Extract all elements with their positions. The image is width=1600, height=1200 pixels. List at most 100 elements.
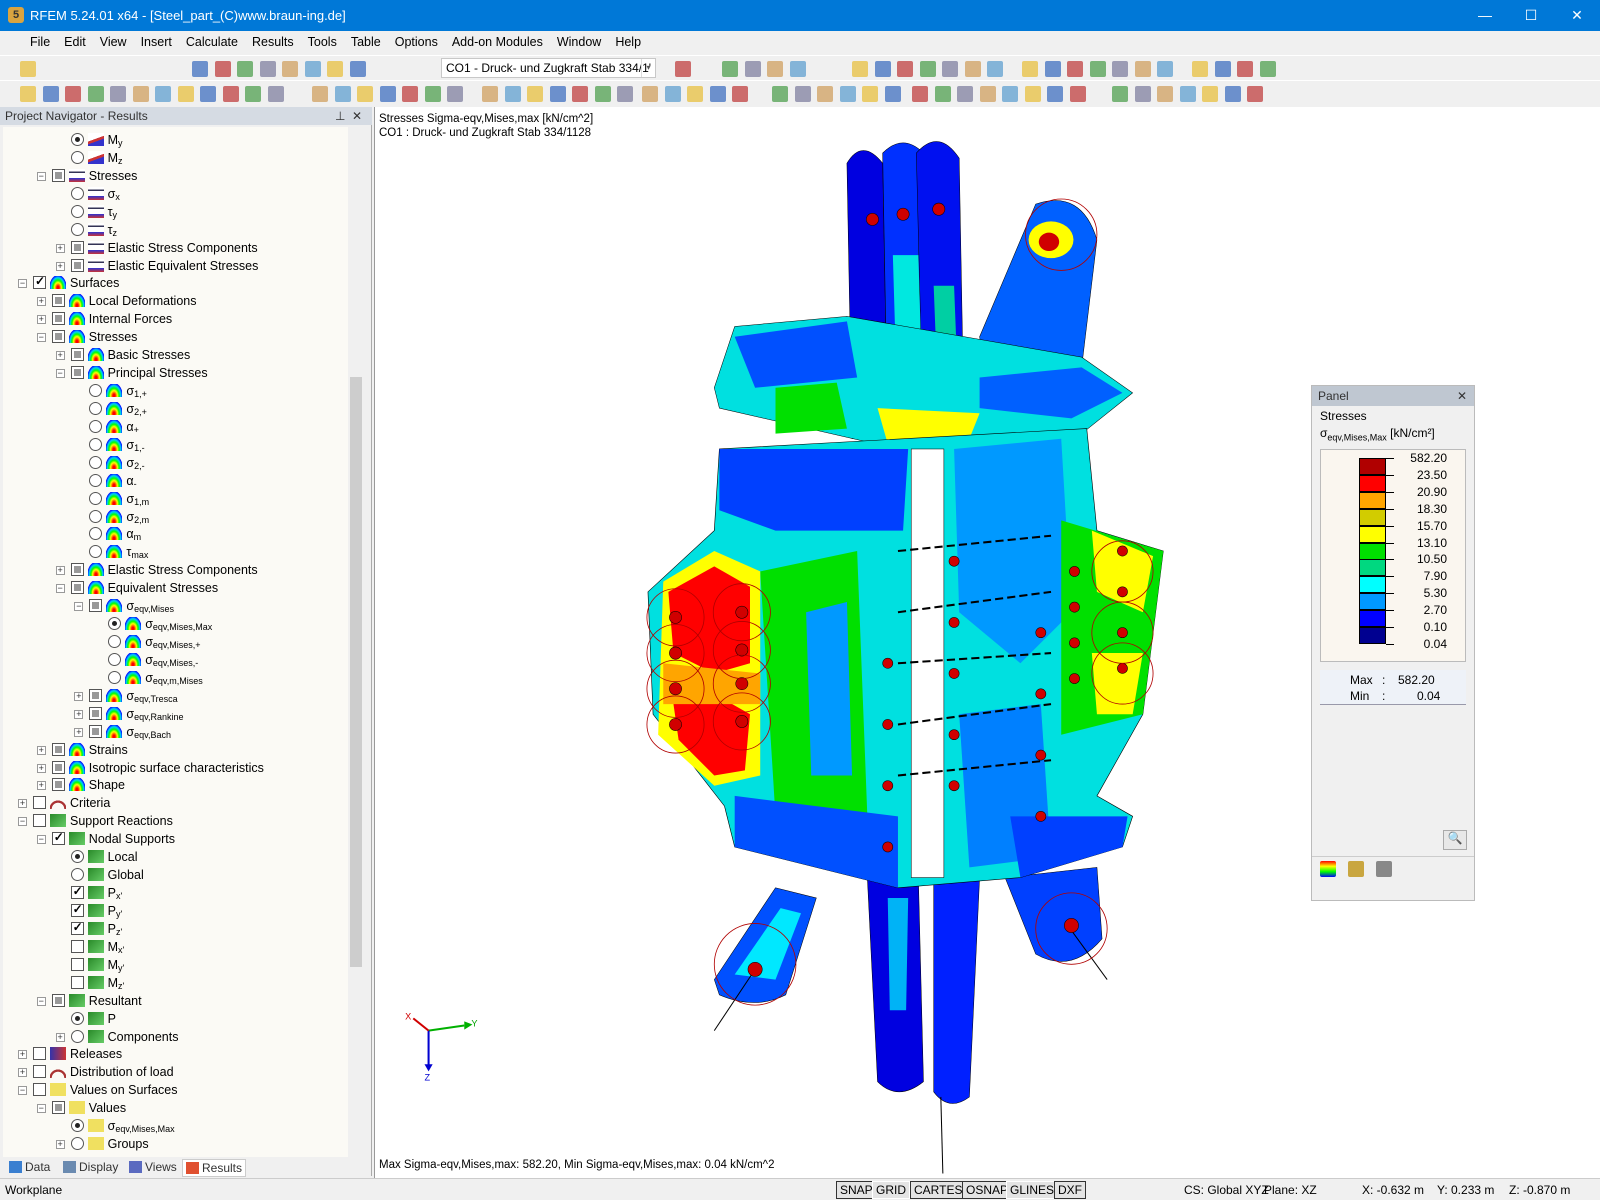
toolbar-tool-icon[interactable] xyxy=(482,86,498,102)
radio-button[interactable] xyxy=(89,437,103,451)
toolbar-tool-icon[interactable] xyxy=(1069,86,1086,102)
radio-button[interactable] xyxy=(70,150,84,164)
menu-help[interactable]: Help xyxy=(608,31,648,49)
toolbar-tool-icon[interactable] xyxy=(237,61,253,77)
expand-icon[interactable]: + xyxy=(55,261,65,271)
tree-item[interactable]: − Resultant xyxy=(3,992,348,1010)
navigator-tab-display[interactable]: Display xyxy=(60,1159,121,1175)
tree-item[interactable]: α+ xyxy=(3,418,348,436)
navigator-tab-data[interactable]: Data xyxy=(6,1159,53,1175)
tree-item[interactable]: − Equivalent Stresses xyxy=(3,579,348,597)
toolbar-tool-icon[interactable] xyxy=(1157,86,1173,102)
collapse-icon[interactable]: − xyxy=(74,602,84,612)
tree-item[interactable]: + Internal Forces xyxy=(3,310,348,328)
toolbar-tool-icon[interactable] xyxy=(65,86,81,102)
collapse-icon[interactable]: − xyxy=(18,1086,27,1096)
toolbar-tool-icon[interactable] xyxy=(214,61,231,77)
radio-button[interactable] xyxy=(70,868,84,882)
tree-item[interactable]: Mz' xyxy=(3,974,348,992)
tree-item[interactable]: + Isotropic surface characteristics xyxy=(3,759,348,777)
menu-file[interactable]: File xyxy=(0,31,57,49)
toolbar-tool-icon[interactable] xyxy=(312,86,328,102)
radio-button[interactable] xyxy=(108,617,122,631)
toolbar-tool-icon[interactable] xyxy=(1024,86,1041,102)
radio-button[interactable] xyxy=(70,204,84,218)
toolbar-tool-icon[interactable] xyxy=(1259,61,1276,77)
toolbar-tool-icon[interactable] xyxy=(334,86,351,102)
tree-item[interactable]: αm xyxy=(3,525,348,543)
tree-item[interactable]: + σeqv,Rankine xyxy=(3,705,348,723)
cartes-toggle[interactable]: CARTES xyxy=(910,1181,967,1199)
checkbox[interactable] xyxy=(70,581,84,595)
toolbar-tool-icon[interactable] xyxy=(617,86,633,102)
menu-calculate[interactable]: Calculate xyxy=(179,31,245,49)
toolbar-tool-icon[interactable] xyxy=(897,61,913,77)
toolbar-tool-icon[interactable] xyxy=(132,86,149,102)
expand-icon[interactable]: + xyxy=(74,709,84,719)
expand-icon[interactable]: + xyxy=(36,745,46,755)
radio-button[interactable] xyxy=(108,670,122,684)
checkbox[interactable] xyxy=(33,814,46,828)
tree-item[interactable]: τmax xyxy=(3,543,348,561)
toolbar-tool-icon[interactable] xyxy=(664,86,681,102)
tree-item[interactable]: τy xyxy=(3,203,348,221)
expand-icon[interactable]: + xyxy=(55,566,65,576)
toolbar-tool-icon[interactable] xyxy=(964,61,981,77)
radio-button[interactable] xyxy=(89,455,103,469)
checkbox[interactable] xyxy=(51,330,65,344)
toolbar-tool-icon[interactable] xyxy=(349,61,366,77)
toolbar-tool-icon[interactable] xyxy=(1202,86,1218,102)
toolbar-tool-icon[interactable] xyxy=(1157,61,1173,77)
tree-item[interactable]: − Values on Surfaces xyxy=(3,1081,348,1099)
maximize-button[interactable]: ☐ xyxy=(1508,0,1554,31)
color-scale-icon[interactable] xyxy=(1320,861,1336,877)
toolbar-tool-icon[interactable] xyxy=(527,86,543,102)
toolbar-tool-icon[interactable] xyxy=(594,86,611,102)
toolbar-tool-icon[interactable] xyxy=(1002,86,1018,102)
expand-icon[interactable]: + xyxy=(55,351,65,361)
tree-item[interactable]: + Shape xyxy=(3,776,348,794)
tree-item[interactable]: + Releases xyxy=(3,1045,348,1063)
radio-button[interactable] xyxy=(89,527,103,541)
checkbox[interactable] xyxy=(89,599,103,613)
grid-toggle[interactable]: GRID xyxy=(872,1181,910,1199)
expand-icon[interactable]: + xyxy=(36,315,46,325)
collapse-icon[interactable]: − xyxy=(36,1104,46,1114)
checkbox[interactable] xyxy=(33,1083,46,1097)
toolbar-tool-icon[interactable] xyxy=(732,86,748,102)
toolbar-tool-icon[interactable] xyxy=(789,61,806,77)
toolbar-tool-icon[interactable] xyxy=(674,61,691,77)
toolbar-tool-icon[interactable] xyxy=(852,61,868,77)
checkbox[interactable] xyxy=(33,1065,46,1079)
toolbar-tool-icon[interactable] xyxy=(177,86,194,102)
glines-toggle[interactable]: GLINES xyxy=(1006,1181,1059,1199)
checkbox[interactable] xyxy=(51,760,65,774)
tree-item[interactable]: − Nodal Supports xyxy=(3,830,348,848)
tree-item[interactable]: Mz xyxy=(3,149,348,167)
radio-button[interactable] xyxy=(89,509,103,523)
tree-item[interactable]: σ1,m xyxy=(3,490,348,508)
tree-item[interactable]: + Components xyxy=(3,1028,348,1046)
checkbox[interactable] xyxy=(51,312,65,326)
tree-item[interactable]: P xyxy=(3,1010,348,1028)
radio-button[interactable] xyxy=(70,1029,84,1043)
checkbox[interactable] xyxy=(51,993,65,1007)
menu-view[interactable]: View xyxy=(93,31,134,49)
toolbar-tool-icon[interactable] xyxy=(200,86,216,102)
toolbar-tool-icon[interactable] xyxy=(1214,61,1231,77)
navigator-tab-results[interactable]: Results xyxy=(182,1159,247,1177)
toolbar-tool-icon[interactable] xyxy=(1237,61,1253,77)
toolbar-tool-icon[interactable] xyxy=(979,86,996,102)
pin-icon[interactable]: ⊥ xyxy=(335,109,345,123)
menu-insert[interactable]: Insert xyxy=(134,31,179,49)
toolbar-tool-icon[interactable] xyxy=(1112,61,1128,77)
checkbox[interactable] xyxy=(70,563,84,577)
tree-item[interactable]: σeqv,Mises,Max xyxy=(3,615,348,633)
toolbar-tool-icon[interactable] xyxy=(709,86,726,102)
toolbar-tool-icon[interactable] xyxy=(20,61,36,77)
checkbox[interactable] xyxy=(89,706,103,720)
toolbar-tool-icon[interactable] xyxy=(424,86,441,102)
tree-item[interactable]: σx xyxy=(3,185,348,203)
tree-item[interactable]: α- xyxy=(3,472,348,490)
toolbar-tool-icon[interactable] xyxy=(687,86,703,102)
